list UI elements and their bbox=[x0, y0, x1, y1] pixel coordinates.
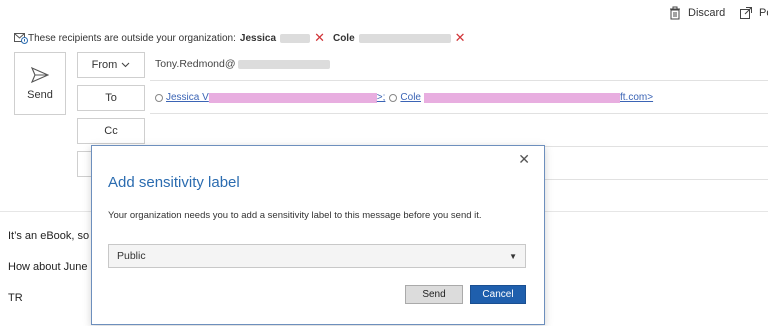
field-divider bbox=[150, 80, 768, 81]
body-line[interactable]: TR bbox=[8, 292, 23, 304]
presence-icon bbox=[389, 93, 398, 102]
cc-label: Cc bbox=[104, 125, 118, 137]
dialog-send-button[interactable]: Send bbox=[405, 285, 463, 304]
sensitivity-label-select[interactable]: Public ▼ bbox=[108, 244, 526, 268]
send-label: Send bbox=[27, 88, 53, 101]
external-recipients-notice: These recipients are outside your organi… bbox=[14, 31, 466, 44]
from-address-text: Tony.Redmond@ bbox=[155, 58, 236, 70]
dialog-title: Add sensitivity label bbox=[108, 174, 240, 191]
external-recipient-name: Jessica bbox=[239, 32, 277, 44]
redacted-text bbox=[358, 33, 451, 43]
remove-recipient-icon[interactable]: ✕ bbox=[455, 31, 466, 44]
external-recipient-name: Cole bbox=[332, 32, 355, 44]
popout-button[interactable]: Po bbox=[739, 6, 768, 20]
compose-toolbar: Discard Po bbox=[0, 0, 768, 26]
body-line: It’s an eBook, so bbox=[8, 230, 90, 242]
to-recipients[interactable]: Jessica V >; Cole ft.com> bbox=[155, 92, 653, 103]
redacted-text bbox=[237, 59, 330, 69]
recipient-link[interactable]: Jessica V bbox=[166, 92, 209, 103]
body-line: How about June bbox=[8, 261, 88, 273]
chevron-down-icon bbox=[121, 62, 130, 68]
to-label: To bbox=[105, 92, 117, 104]
redacted-text bbox=[208, 92, 377, 103]
send-icon bbox=[31, 66, 49, 83]
recipient-link[interactable]: Cole bbox=[400, 92, 421, 103]
sensitivity-label-dialog: ✕ Add sensitivity label Your organizatio… bbox=[91, 145, 545, 325]
trash-icon bbox=[670, 6, 680, 20]
popout-icon bbox=[740, 7, 752, 19]
cc-button[interactable]: Cc bbox=[77, 118, 145, 144]
recipient-link-tail[interactable]: ft.com> bbox=[620, 92, 653, 103]
dialog-message: Your organization needs you to add a sen… bbox=[108, 210, 482, 221]
discard-button[interactable]: Discard bbox=[668, 6, 725, 20]
close-icon[interactable]: ✕ bbox=[518, 151, 530, 168]
send-button[interactable]: Send bbox=[14, 52, 66, 115]
field-divider bbox=[150, 113, 768, 114]
dropdown-caret-icon: ▼ bbox=[509, 251, 517, 261]
notice-text: These recipients are outside your organi… bbox=[28, 32, 236, 44]
recipient-link-tail[interactable]: >; bbox=[377, 92, 386, 103]
popout-label: Po bbox=[759, 7, 768, 19]
redacted-text bbox=[280, 33, 311, 43]
from-button[interactable]: From bbox=[77, 52, 145, 78]
remove-recipient-icon[interactable]: ✕ bbox=[314, 31, 325, 44]
to-button[interactable]: To bbox=[77, 85, 145, 111]
dialog-cancel-button[interactable]: Cancel bbox=[470, 285, 526, 304]
external-mail-icon bbox=[14, 33, 28, 44]
discard-label: Discard bbox=[688, 7, 726, 19]
from-address: Tony.Redmond@ bbox=[155, 58, 330, 70]
selected-label: Public bbox=[117, 250, 146, 262]
presence-icon bbox=[155, 93, 163, 102]
from-label: From bbox=[91, 59, 118, 71]
redacted-text bbox=[424, 92, 620, 103]
